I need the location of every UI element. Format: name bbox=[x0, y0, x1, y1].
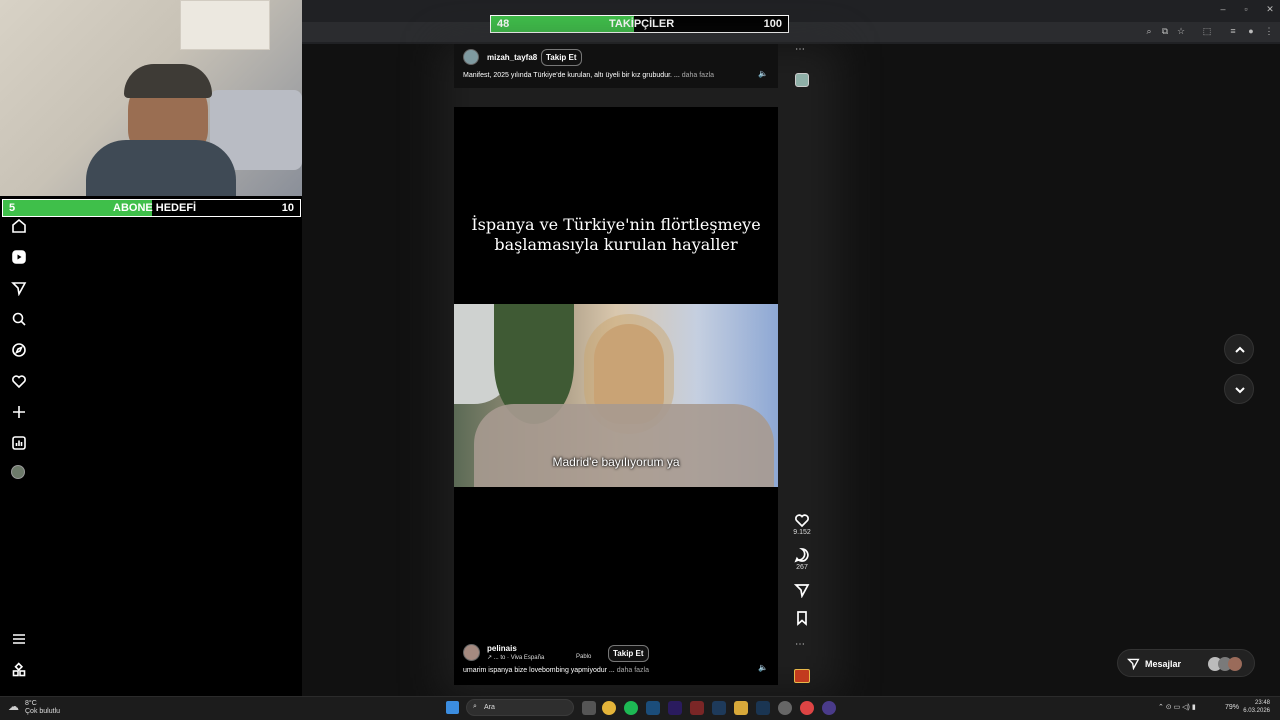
clock-time[interactable]: 23:48 bbox=[1246, 700, 1270, 706]
send-icon[interactable] bbox=[11, 280, 27, 297]
subscriber-goal-bar: 5 ABONE HEDEFİ 10 bbox=[2, 199, 301, 217]
bookmark-star-icon[interactable]: ☆ bbox=[1176, 26, 1186, 36]
obs-app-icon[interactable] bbox=[822, 701, 836, 715]
reel-follow-button[interactable]: Takip Et bbox=[608, 645, 649, 662]
previous-post-mute-icon[interactable]: 🔈 bbox=[758, 69, 768, 78]
reel-caption: umarim ispanya bize lovebombing yapmiyod… bbox=[463, 667, 649, 674]
browser-app-icon[interactable] bbox=[800, 701, 814, 715]
reel-headline-line1: İspanya ve Türkiye'nin flörtleşmeye bbox=[471, 215, 761, 234]
followers-goal-label: TAKİPÇİLER bbox=[609, 18, 675, 30]
reel-caption-text: umarim ispanya bize lovebombing yapmiyod… bbox=[463, 667, 615, 674]
taskbar-search[interactable]: ⌕ Ara bbox=[466, 699, 574, 716]
like-count: 9.152 bbox=[793, 529, 811, 536]
chrome-app-icon[interactable] bbox=[602, 701, 616, 715]
premiere-app-icon[interactable] bbox=[668, 701, 682, 715]
task-view-icon[interactable] bbox=[582, 701, 596, 715]
webcam-overlay bbox=[0, 0, 302, 196]
steam-app-icon[interactable] bbox=[646, 701, 660, 715]
taskbar bbox=[0, 696, 1280, 720]
stats-icon[interactable] bbox=[11, 435, 27, 451]
reel-mute-icon[interactable]: 🔈 bbox=[758, 663, 768, 672]
lightroom-app-icon[interactable] bbox=[712, 701, 726, 715]
reel-headline: İspanya ve Türkiye'nin flörtleşmeye başl… bbox=[454, 215, 778, 255]
taskbar-search-placeholder: Ara bbox=[484, 704, 495, 711]
restore-icon[interactable]: ▫ bbox=[1240, 4, 1252, 14]
minimize-icon[interactable]: – bbox=[1217, 4, 1229, 14]
explore-icon[interactable] bbox=[11, 342, 27, 358]
explorer-app-icon[interactable] bbox=[734, 701, 748, 715]
reel-avatar[interactable] bbox=[463, 644, 480, 661]
zoom-icon[interactable]: ⌕ bbox=[1144, 26, 1154, 36]
install-icon[interactable]: ⧉ bbox=[1160, 26, 1170, 36]
subscriber-goal-label: ABONE HEDEFİ bbox=[113, 202, 197, 214]
subscriber-goal-current: 5 bbox=[9, 202, 16, 214]
share-icon[interactable] bbox=[793, 582, 810, 599]
heart-icon[interactable] bbox=[11, 373, 27, 389]
search-icon: ⌕ bbox=[473, 703, 477, 710]
reels-icon[interactable] bbox=[11, 249, 27, 265]
reel-audio-thumb[interactable] bbox=[794, 669, 810, 683]
start-button[interactable] bbox=[446, 701, 459, 714]
subscriber-goal-target: 10 bbox=[281, 202, 294, 214]
messages-avatars bbox=[1208, 657, 1242, 671]
browser-menu-icon[interactable]: ⋮ bbox=[1264, 26, 1274, 36]
previous-post-more-link[interactable]: daha fazla bbox=[682, 72, 714, 79]
shield-app-icon[interactable] bbox=[690, 701, 704, 715]
close-icon[interactable]: ✕ bbox=[1264, 4, 1276, 14]
send-icon bbox=[1127, 658, 1140, 670]
reel-audio[interactable]: ↗ ... to · Viva España bbox=[487, 654, 544, 661]
reel-clip: Madrid'e bayılıyorum ya bbox=[454, 304, 778, 487]
comment-icon[interactable] bbox=[794, 547, 810, 563]
followers-goal-bar: 48 TAKİPÇİLER 100 bbox=[490, 15, 789, 33]
photoshop-app-icon[interactable] bbox=[756, 701, 770, 715]
battery-percent: 79% bbox=[1225, 704, 1240, 711]
reel-audio-extra: Pablo bbox=[576, 654, 592, 660]
profile-avatar[interactable] bbox=[11, 465, 27, 481]
messages-label: Mesajlar bbox=[1145, 659, 1182, 669]
next-reel-button[interactable] bbox=[1224, 374, 1254, 404]
save-icon[interactable] bbox=[794, 610, 810, 626]
reel-subtitle: Madrid'e bayılıyorum ya bbox=[552, 455, 680, 469]
reel-more-icon[interactable]: ⋯ bbox=[795, 639, 805, 650]
browser-toolbar bbox=[302, 22, 1280, 42]
tray-icons[interactable]: ⌃ ⊙ ▭ ◁) ▮ bbox=[1158, 703, 1196, 711]
like-icon[interactable] bbox=[794, 512, 810, 528]
menu-icon[interactable] bbox=[11, 631, 27, 647]
reel-more-link[interactable]: daha fazla bbox=[617, 667, 649, 674]
previous-post-username[interactable]: mizah_tayfa8 bbox=[487, 53, 537, 62]
extensions-icon[interactable]: ⬚ bbox=[1202, 26, 1212, 36]
search-icon[interactable] bbox=[11, 311, 27, 327]
create-icon[interactable] bbox=[11, 404, 27, 420]
apps-icon[interactable] bbox=[11, 662, 27, 678]
media-icon[interactable]: ≡ bbox=[1228, 26, 1238, 36]
previous-post-caption-text: Manifest, 2025 yılında Türkiye'de kurula… bbox=[463, 72, 680, 79]
comment-count: 267 bbox=[796, 564, 808, 571]
spotify-app-icon[interactable] bbox=[624, 701, 638, 715]
reel-username[interactable]: pelinais bbox=[487, 644, 517, 653]
home-icon[interactable] bbox=[11, 218, 27, 234]
followers-goal-target: 100 bbox=[763, 18, 782, 30]
chevron-down-icon bbox=[1235, 387, 1245, 394]
previous-post-audio-thumb[interactable] bbox=[795, 73, 809, 87]
previous-post-avatar[interactable] bbox=[463, 49, 479, 65]
settings-app-icon[interactable] bbox=[778, 701, 792, 715]
clock-date[interactable]: 6.03.2026 bbox=[1240, 708, 1270, 714]
previous-post-more-icon[interactable]: ⋯ bbox=[795, 44, 805, 55]
reel-headline-line2: başlamasıyla kurulan hayaller bbox=[494, 235, 738, 254]
weather-icon[interactable]: ☁ bbox=[8, 700, 19, 713]
previous-reel-button[interactable] bbox=[1224, 334, 1254, 364]
followers-goal-current: 48 bbox=[497, 18, 510, 30]
profile-icon[interactable]: ● bbox=[1246, 26, 1256, 36]
messages-button[interactable]: Mesajlar bbox=[1117, 649, 1255, 677]
previous-post-follow-button[interactable]: Takip Et bbox=[541, 49, 582, 66]
weather-desc: Çok bulutlu bbox=[25, 708, 61, 715]
chevron-up-icon bbox=[1235, 346, 1245, 353]
previous-post-caption: Manifest, 2025 yılında Türkiye'de kurula… bbox=[463, 72, 714, 79]
weather-temp: 8°C bbox=[25, 700, 37, 707]
previous-post: mizah_tayfa8 Takip Et Manifest, 2025 yıl… bbox=[454, 44, 778, 88]
